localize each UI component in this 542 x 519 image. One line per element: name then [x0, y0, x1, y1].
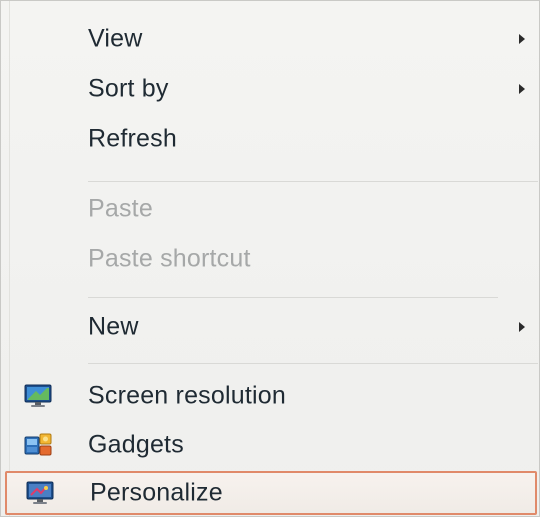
menu-item-paste: Paste	[1, 185, 541, 233]
desktop-context-menu: View Sort by Refresh Paste Paste shortcu…	[0, 0, 540, 517]
menu-item-label: Paste shortcut	[88, 244, 251, 273]
submenu-arrow-icon	[519, 84, 525, 94]
menu-item-new[interactable]: New	[1, 303, 541, 351]
menu-item-personalize[interactable]: Personalize	[5, 471, 537, 515]
menu-item-label: Refresh	[88, 124, 177, 153]
gadgets-icon	[23, 432, 53, 458]
menu-item-screen-resolution[interactable]: Screen resolution	[1, 372, 541, 420]
menu-item-label: View	[88, 24, 143, 53]
menu-item-label: Screen resolution	[88, 381, 286, 410]
menu-item-gadgets[interactable]: Gadgets	[1, 421, 541, 469]
submenu-arrow-icon	[519, 322, 525, 332]
menu-separator	[88, 297, 498, 298]
personalize-icon	[25, 480, 55, 506]
menu-item-view[interactable]: View	[1, 15, 541, 63]
monitor-icon	[23, 383, 53, 409]
menu-item-paste-shortcut: Paste shortcut	[1, 235, 541, 283]
menu-separator	[88, 181, 538, 182]
menu-item-label: Paste	[88, 194, 153, 223]
menu-item-label: New	[88, 312, 139, 341]
menu-item-label: Sort by	[88, 74, 169, 103]
menu-item-label: Personalize	[90, 478, 223, 507]
menu-separator	[88, 363, 538, 364]
menu-item-sort-by[interactable]: Sort by	[1, 65, 541, 113]
menu-item-label: Gadgets	[88, 430, 184, 459]
submenu-arrow-icon	[519, 34, 525, 44]
menu-item-refresh[interactable]: Refresh	[1, 115, 541, 163]
